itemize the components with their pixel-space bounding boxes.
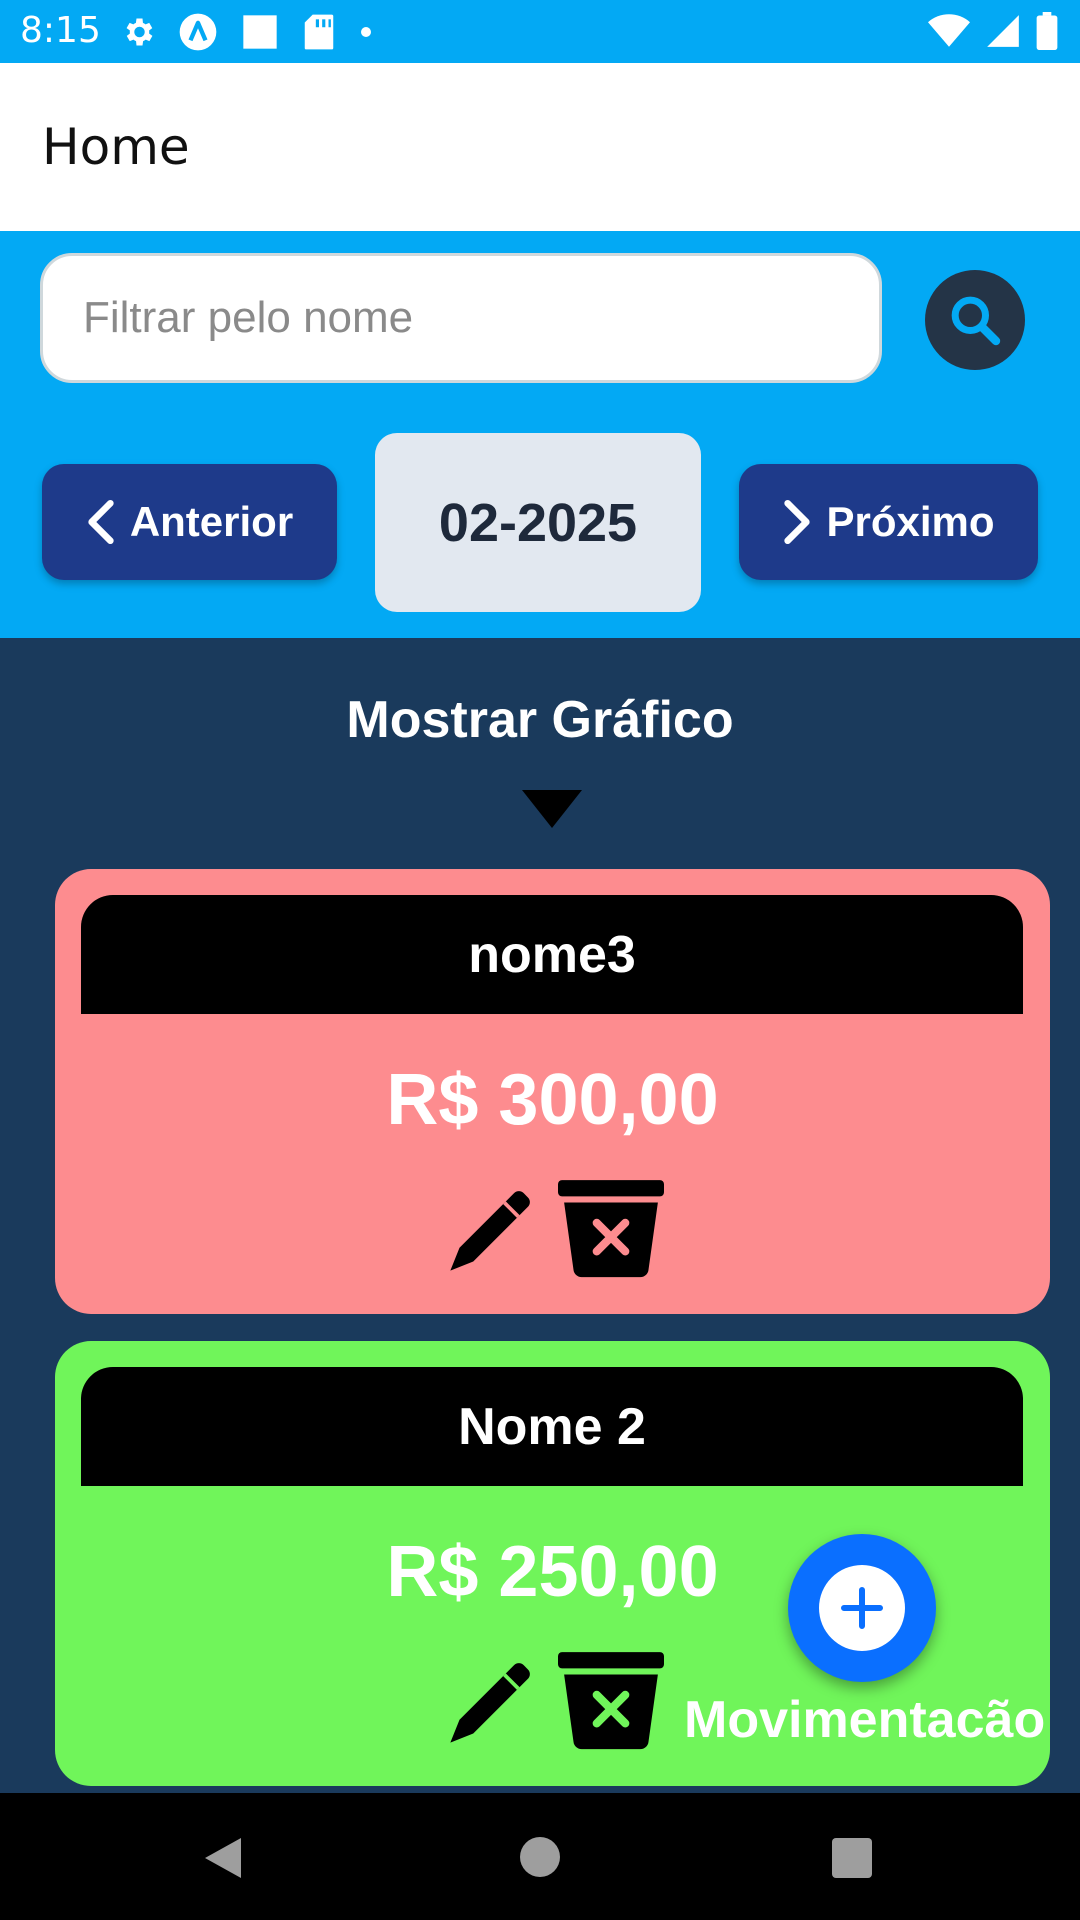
chevron-left-icon (88, 499, 114, 545)
plus-icon (841, 1587, 883, 1629)
filter-panel: Anterior 02-2025 Próximo (0, 231, 1080, 638)
next-month-button[interactable]: Próximo (739, 464, 1038, 580)
status-icons-right (928, 12, 1058, 50)
delete-icon[interactable] (558, 1179, 664, 1279)
card-amount: R$ 300,00 (386, 1060, 719, 1140)
next-month-label: Próximo (826, 498, 995, 545)
search-icon (951, 296, 1001, 346)
transaction-card: nome3 R$ 300,00 (55, 869, 1050, 1314)
previous-month-button[interactable]: Anterior (42, 464, 337, 580)
system-nav-bar (0, 1793, 1080, 1920)
gear-icon (126, 18, 153, 46)
search-button[interactable] (925, 270, 1025, 370)
status-icons-left (120, 12, 374, 52)
square-icon (243, 15, 277, 49)
wifi-icon (928, 14, 970, 47)
signal-icon (987, 15, 1019, 47)
page-title: Home (42, 118, 190, 176)
sd-card-icon (304, 14, 334, 50)
current-month: 02-2025 (375, 433, 701, 612)
add-movement-button[interactable] (788, 1534, 936, 1682)
fab-inner (819, 1565, 905, 1651)
previous-month-label: Anterior (129, 498, 294, 545)
search-input[interactable] (40, 253, 882, 383)
edit-icon[interactable] (442, 1651, 542, 1751)
show-chart-label: Mostrar Gráfico (346, 691, 734, 749)
a-circle-icon (179, 13, 217, 51)
card-header: Nome 2 (81, 1367, 1023, 1486)
card-header: nome3 (81, 895, 1023, 1014)
card-name: Nome 2 (458, 1397, 646, 1456)
card-actions (442, 1651, 664, 1751)
show-chart-toggle[interactable]: Mostrar Gráfico (0, 690, 1080, 750)
dot-icon (361, 27, 371, 37)
current-month-label: 02-2025 (438, 492, 638, 553)
add-movement-label[interactable]: Movimentacão (684, 1690, 1045, 1750)
card-actions (442, 1179, 664, 1279)
caret-down-icon[interactable] (522, 790, 582, 828)
status-bar: 8:15 (0, 0, 1080, 63)
status-time: 8:15 (20, 10, 101, 51)
app-bar: Home (0, 63, 1080, 231)
back-icon[interactable] (203, 1836, 243, 1880)
recents-icon[interactable] (832, 1838, 872, 1878)
card-name: nome3 (468, 925, 636, 984)
delete-icon[interactable] (558, 1651, 664, 1751)
chevron-right-icon (784, 499, 811, 545)
battery-icon (1036, 12, 1058, 50)
home-icon[interactable] (520, 1837, 560, 1877)
edit-icon[interactable] (442, 1179, 542, 1279)
